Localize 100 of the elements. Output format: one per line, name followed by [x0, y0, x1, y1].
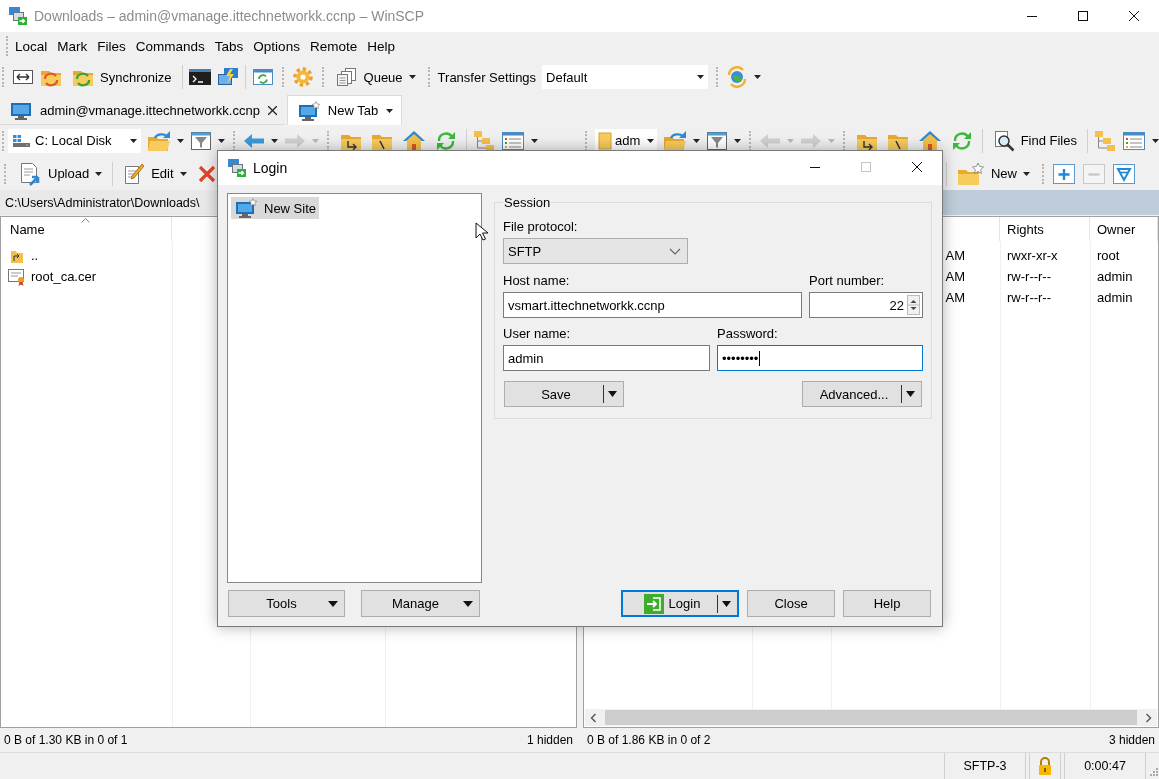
- menu-item[interactable]: Local: [10, 36, 53, 56]
- file-name[interactable]: root_ca.cer: [31, 269, 97, 284]
- computers-icon: [227, 158, 247, 178]
- plus-icon[interactable]: [1052, 162, 1076, 185]
- refresh-icon[interactable]: [950, 129, 973, 152]
- password-field[interactable]: ••••••••: [717, 345, 923, 371]
- port-field[interactable]: 22: [809, 292, 923, 318]
- caret-icon: [722, 600, 731, 607]
- dialog-button[interactable]: Close: [747, 590, 835, 617]
- drive-dropdown[interactable]: C: Local Disk: [8, 128, 141, 153]
- table-cell: AM: [945, 269, 965, 284]
- file-name[interactable]: ..: [31, 248, 39, 263]
- tab[interactable]: admin@vmanage.ittechnetworkk.ccnp: [0, 97, 285, 125]
- advanced-button[interactable]: Advanced...: [802, 381, 922, 407]
- table-cell: AM: [945, 290, 965, 305]
- close-icon: [1128, 11, 1139, 21]
- back-arrow-icon[interactable]: [243, 132, 265, 149]
- horizontal-scrollbar[interactable]: [585, 709, 1157, 726]
- field-label: Password:: [717, 326, 779, 342]
- spin-buttons-icon[interactable]: [907, 295, 920, 315]
- table-cell-text: admin: [1096, 269, 1133, 284]
- table-cell: AM: [945, 248, 965, 263]
- edit-button[interactable]: Edit: [119, 160, 191, 187]
- user-name-field[interactable]: admin: [503, 345, 710, 371]
- caret-icon[interactable]: [1152, 138, 1159, 143]
- find-files-button[interactable]: Find Files: [988, 127, 1081, 154]
- host-name-field[interactable]: vsmart.ittechnetworkk.ccnp: [503, 292, 802, 318]
- caret-icon[interactable]: [531, 138, 538, 143]
- home-icon[interactable]: [917, 129, 942, 152]
- caret-icon[interactable]: [271, 138, 278, 143]
- synchronize-button[interactable]: Synchronize: [68, 64, 176, 90]
- home-icon[interactable]: [402, 129, 426, 152]
- arrows-box-icon[interactable]: [12, 68, 34, 86]
- caret-icon[interactable]: [754, 75, 762, 79]
- hidden-count: 3 hidden: [1108, 733, 1155, 747]
- tree-icon[interactable]: [473, 129, 495, 152]
- new-button[interactable]: New: [953, 160, 1034, 187]
- field-label: Port number:: [809, 273, 886, 289]
- dropdown-button[interactable]: Tools: [228, 590, 345, 617]
- table-cell-text: admin: [1096, 290, 1133, 305]
- queue-button[interactable]: Queue: [331, 64, 420, 90]
- caret-icon: [697, 75, 705, 79]
- close-icon[interactable]: [267, 106, 277, 115]
- elapsed-time: 0:00:47: [1064, 753, 1146, 779]
- caret-icon[interactable]: [386, 108, 394, 113]
- settings-icon[interactable]: [291, 66, 314, 88]
- caret-icon[interactable]: [692, 138, 700, 143]
- menu-item[interactable]: Tabs: [209, 36, 249, 56]
- dropdown-button[interactable]: Manage: [361, 590, 480, 617]
- list-view-icon[interactable]: [1122, 130, 1146, 151]
- table-cell-text: rw-r--r--: [1006, 269, 1052, 284]
- maximize-icon: [860, 162, 871, 172]
- protocol-dropdown[interactable]: SFTP: [503, 238, 688, 264]
- filter-icon[interactable]: [705, 130, 728, 151]
- caret-icon: [1023, 171, 1030, 176]
- caret-icon: [130, 138, 137, 143]
- menu-item[interactable]: Help: [362, 36, 400, 56]
- chevron-down-icon: [669, 247, 681, 255]
- table-cell-text: rwxr-xr-x: [1006, 248, 1058, 263]
- menu-item[interactable]: Options: [248, 36, 305, 56]
- scroll-right-icon[interactable]: [1145, 712, 1152, 723]
- upload-icon: [18, 161, 42, 186]
- menu-item[interactable]: Remote: [304, 36, 363, 56]
- scroll-left-icon[interactable]: [590, 712, 597, 723]
- dialog-button[interactable]: Help: [843, 590, 931, 617]
- selection-status: 0 B of 1.86 KB in 0 of 2: [587, 733, 711, 747]
- folder-star-icon: [957, 161, 985, 186]
- globe-sync-icon[interactable]: [726, 66, 749, 88]
- caret-icon[interactable]: [733, 138, 741, 143]
- window-title: Downloads – admin@vmanage.ittechnetworkk.ccnp – WinSCP: [34, 8, 425, 24]
- delete-icon[interactable]: [196, 163, 217, 184]
- save-button[interactable]: Save: [504, 381, 624, 407]
- menu-item[interactable]: Mark: [52, 36, 93, 56]
- folder-arrow-icon[interactable]: [147, 129, 171, 152]
- menu-item[interactable]: Files: [92, 36, 131, 56]
- drive-icon: [12, 133, 30, 148]
- folder-dropdown[interactable]: adm: [595, 128, 657, 153]
- caret-icon: [408, 75, 416, 79]
- filter-icon[interactable]: [190, 130, 212, 151]
- transfer-settings-dropdown[interactable]: Default: [542, 65, 709, 89]
- caret-icon: [95, 171, 103, 176]
- list-view-icon[interactable]: [501, 130, 525, 151]
- window-sync-icon[interactable]: [251, 67, 274, 87]
- login-button[interactable]: Login: [621, 590, 739, 617]
- tab[interactable]: New Tab: [286, 95, 403, 125]
- resize-grip-icon[interactable]: [1149, 767, 1159, 777]
- tree-icon[interactable]: [1094, 129, 1116, 152]
- monitor-lightning-icon[interactable]: [216, 67, 239, 87]
- refresh-icon[interactable]: [435, 129, 457, 152]
- caret-icon[interactable]: [218, 138, 225, 143]
- site-item[interactable]: New Site: [231, 197, 320, 219]
- caret-icon[interactable]: [177, 138, 184, 143]
- folder-arrow-icon[interactable]: [662, 129, 687, 152]
- triangle-box-icon[interactable]: [1112, 162, 1136, 185]
- maximize-icon: [1077, 11, 1088, 21]
- upload-button[interactable]: Upload: [14, 160, 107, 187]
- caret-icon: [179, 171, 187, 176]
- menu-item[interactable]: Commands: [130, 36, 210, 56]
- field-label: User name:: [503, 326, 572, 342]
- terminal-icon[interactable]: [188, 68, 211, 86]
